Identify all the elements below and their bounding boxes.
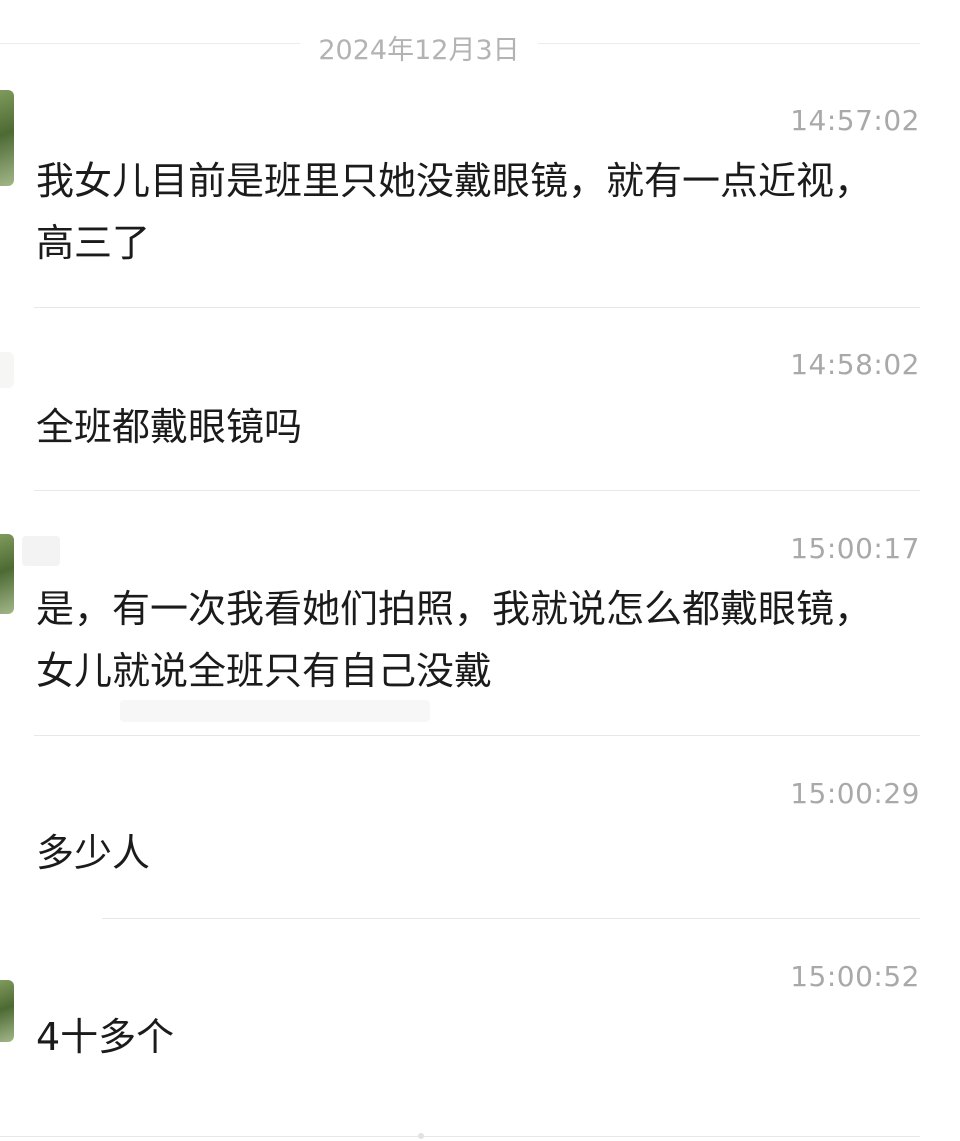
message-text: 是，有一次我看她们拍照，我就说怎么都戴眼镜，女儿就说全班只有自己没戴	[36, 587, 873, 693]
message-text: 多少人	[36, 831, 151, 875]
message-text: 我女儿目前是班里只她没戴眼镜，就有一点近视，高三了	[36, 159, 873, 265]
message-time: 14:58:02	[790, 348, 920, 381]
sender-avatar[interactable]	[0, 90, 14, 186]
message-text: 4十多个	[36, 1015, 175, 1059]
date-separator-line-left	[0, 43, 300, 44]
sender-avatar[interactable]	[0, 980, 14, 1042]
message-divider	[0, 1136, 920, 1137]
date-separator: 2024年12月3日	[0, 22, 920, 66]
message-divider	[34, 307, 920, 308]
message-divider	[102, 918, 920, 919]
message-time: 15:00:52	[790, 960, 920, 993]
message-divider	[34, 735, 920, 736]
message-text: 全班都戴眼镜吗	[36, 405, 303, 449]
scroll-indicator	[418, 1133, 424, 1139]
message-divider	[34, 490, 920, 491]
sender-name-redacted	[22, 536, 60, 566]
date-separator-label: 2024年12月3日	[318, 35, 520, 66]
date-separator-line-right	[538, 43, 920, 44]
message-time: 14:57:02	[790, 104, 920, 137]
sender-avatar[interactable]	[0, 534, 14, 614]
redacted-blur	[120, 700, 430, 722]
sender-avatar[interactable]	[0, 352, 14, 388]
message-time: 15:00:29	[790, 777, 920, 810]
message-time: 15:00:17	[790, 532, 920, 565]
